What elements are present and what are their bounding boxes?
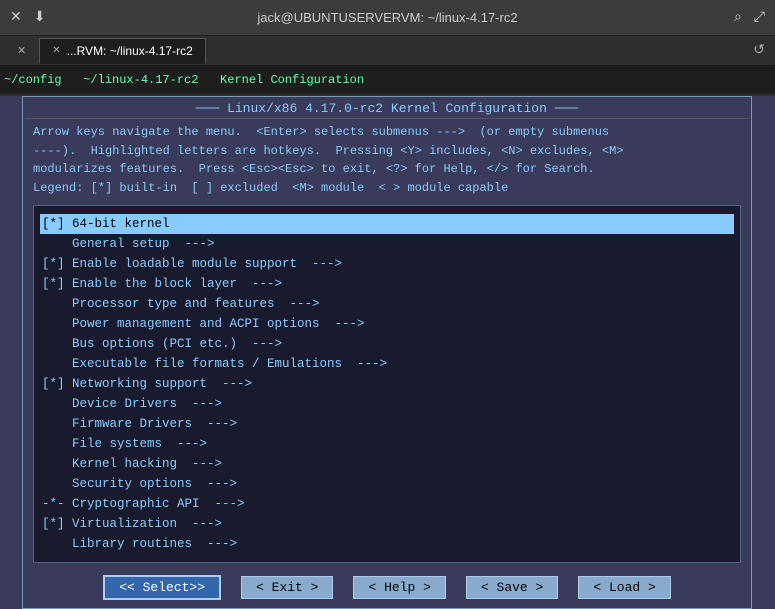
- menu-item-crypto[interactable]: -*- Cryptographic API --->: [40, 494, 734, 514]
- menu-item-processor[interactable]: Processor type and features --->: [40, 294, 734, 314]
- select-button[interactable]: << Select>>: [103, 575, 221, 600]
- kernel-config-help: Arrow keys navigate the menu. <Enter> se…: [25, 119, 749, 201]
- terminal-prompt-text: ~/config ~/linux-4.17-rc2 Kernel Configu…: [4, 73, 364, 87]
- help-line-2: ----). Highlighted letters are hotkeys. …: [33, 142, 741, 161]
- menu-item-filesystems[interactable]: File systems --->: [40, 434, 734, 454]
- button-bar: << Select>> < Exit > < Help > < Save > <…: [25, 567, 749, 606]
- download-icon[interactable]: ⬇: [34, 9, 46, 26]
- title-bar-right: ⌕ ⤢: [734, 10, 765, 26]
- menu-item-security[interactable]: Security options --->: [40, 474, 734, 494]
- menu-item-kernel-hacking[interactable]: Kernel hacking --->: [40, 454, 734, 474]
- tab-1[interactable]: ✕: [4, 38, 39, 64]
- window-title: jack@UBUNTUSERVERVM: ~/linux-4.17-rc2: [257, 10, 517, 25]
- history-icon[interactable]: ↺: [753, 42, 765, 59]
- menu-item-64bit[interactable]: [*] 64-bit kernel: [40, 214, 734, 234]
- menu-item-power[interactable]: Power management and ACPI options --->: [40, 314, 734, 334]
- menu-item-general[interactable]: General setup --->: [40, 234, 734, 254]
- load-button[interactable]: < Load >: [578, 576, 670, 599]
- tab-2-label: ...RVM: ~/linux-4.17-rc2: [67, 44, 193, 58]
- tab-1-close[interactable]: ✕: [17, 44, 26, 57]
- title-bar-left: ✕ ⬇: [10, 9, 45, 26]
- kernel-config-title: ─── Linux/x86 4.17.0-rc2 Kernel Configur…: [25, 99, 749, 119]
- menu-item-loadable[interactable]: [*] Enable loadable module support --->: [40, 254, 734, 274]
- help-line-3: modularizes features. Press <Esc><Esc> t…: [33, 160, 741, 179]
- menu-area: [*] 64-bit kernel General setup ---> [*]…: [33, 205, 741, 563]
- tab-2[interactable]: ✕ ...RVM: ~/linux-4.17-rc2: [39, 38, 206, 64]
- title-bar: ✕ ⬇ jack@UBUNTUSERVERVM: ~/linux-4.17-rc…: [0, 0, 775, 36]
- menu-item-virtualization[interactable]: [*] Virtualization --->: [40, 514, 734, 534]
- exit-button[interactable]: < Exit >: [241, 576, 333, 599]
- menu-item-exec[interactable]: Executable file formats / Emulations ---…: [40, 354, 734, 374]
- kernel-config-wrapper: ─── Linux/x86 4.17.0-rc2 Kernel Configur…: [0, 96, 775, 609]
- close-icon[interactable]: ✕: [10, 9, 22, 26]
- menu-item-networking[interactable]: [*] Networking support --->: [40, 374, 734, 394]
- maximize-icon[interactable]: ⤢: [754, 10, 765, 26]
- menu-item-firmware[interactable]: Firmware Drivers --->: [40, 414, 734, 434]
- menu-item-block[interactable]: [*] Enable the block layer --->: [40, 274, 734, 294]
- kernel-config-panel: ─── Linux/x86 4.17.0-rc2 Kernel Configur…: [22, 96, 752, 609]
- tab-2-close[interactable]: ✕: [52, 45, 60, 56]
- help-line-1: Arrow keys navigate the menu. <Enter> se…: [33, 123, 741, 142]
- terminal-prompt-bar: ~/config ~/linux-4.17-rc2 Kernel Configu…: [0, 66, 775, 94]
- menu-item-bus[interactable]: Bus options (PCI etc.) --->: [40, 334, 734, 354]
- search-icon[interactable]: ⌕: [734, 10, 742, 26]
- help-line-4: Legend: [*] built-in [ ] excluded <M> mo…: [33, 179, 741, 198]
- save-button[interactable]: < Save >: [466, 576, 558, 599]
- help-button[interactable]: < Help >: [353, 576, 445, 599]
- menu-item-library[interactable]: Library routines --->: [40, 534, 734, 554]
- menu-item-device[interactable]: Device Drivers --->: [40, 394, 734, 414]
- tab-bar: ✕ ✕ ...RVM: ~/linux-4.17-rc2 ↺: [0, 36, 775, 66]
